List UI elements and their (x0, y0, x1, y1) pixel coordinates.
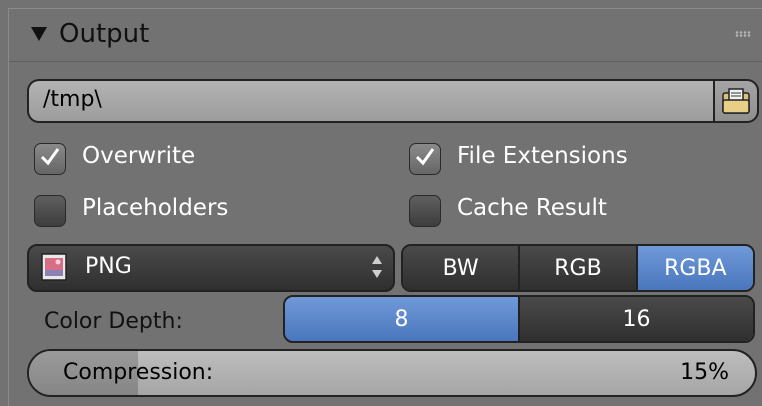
cache-result-checkbox-row[interactable]: Cache Result (409, 193, 729, 229)
image-file-icon (41, 253, 67, 281)
overwrite-label: Overwrite (82, 143, 196, 169)
overwrite-checkbox[interactable] (34, 143, 66, 175)
color-mode-selector: BW RGB RGBA (401, 244, 755, 292)
checkmark-icon (415, 148, 435, 166)
cache-result-checkbox[interactable] (409, 195, 441, 227)
panel-title: Output (59, 19, 150, 49)
cache-result-label: Cache Result (457, 195, 607, 221)
file-extensions-checkbox-row[interactable]: File Extensions (409, 141, 729, 177)
file-browser-button[interactable] (713, 79, 759, 123)
file-format-value: PNG (85, 254, 132, 279)
color-depth-8-option[interactable]: 8 (285, 297, 520, 341)
folder-icon (722, 88, 750, 114)
color-depth-16-option[interactable]: 16 (520, 297, 753, 341)
file-format-dropdown[interactable]: PNG (27, 244, 395, 292)
color-depth-selector: 8 16 (283, 295, 755, 343)
placeholders-label: Placeholders (82, 195, 229, 221)
color-mode-rgb-option[interactable]: RGB (520, 246, 638, 290)
placeholders-checkbox[interactable] (34, 195, 66, 227)
compression-label: Compression: (63, 360, 214, 385)
file-extensions-checkbox[interactable] (409, 143, 441, 175)
color-mode-rgba-option[interactable]: RGBA (637, 246, 753, 290)
collapse-triangle-icon[interactable] (31, 27, 47, 41)
overwrite-checkbox-row[interactable]: Overwrite (34, 141, 334, 177)
color-depth-label: Color Depth: (44, 309, 183, 334)
output-panel: Output /tmp\ Overwrite File Extensions P… (8, 8, 762, 406)
color-mode-bw-option[interactable]: BW (403, 246, 521, 290)
drag-grip-icon[interactable] (735, 31, 751, 37)
placeholders-checkbox-row[interactable]: Placeholders (34, 193, 334, 229)
compression-value: 15% (680, 360, 729, 385)
compression-slider[interactable]: Compression: 15% (27, 349, 757, 397)
checkmark-icon (40, 148, 60, 166)
panel-header[interactable]: Output (9, 9, 762, 62)
file-extensions-label: File Extensions (457, 143, 628, 169)
output-path-value: /tmp\ (43, 87, 102, 112)
output-path-field[interactable]: /tmp\ (27, 79, 715, 123)
up-down-arrows-icon (372, 256, 382, 278)
